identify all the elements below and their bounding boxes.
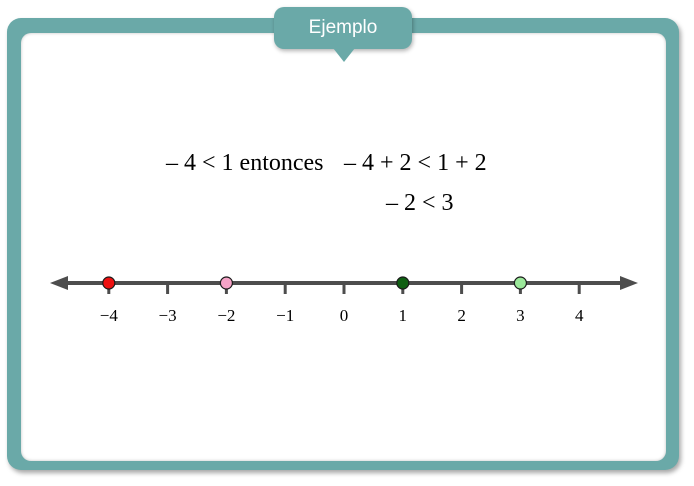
number-line-point (219, 276, 233, 290)
tick-label: 2 (457, 306, 466, 325)
left-arrow-icon (50, 276, 68, 290)
tick-label: 0 (340, 306, 349, 325)
number-line-point (102, 276, 116, 290)
tick-label: −2 (217, 306, 235, 325)
number-line-point (396, 276, 410, 290)
tick-label: −1 (276, 306, 294, 325)
tick-label: 1 (399, 306, 408, 325)
right-arrow-icon (620, 276, 638, 290)
tick-label: 4 (575, 306, 584, 325)
number-line-point (513, 276, 528, 290)
tick-label: −3 (159, 306, 177, 325)
tick-label: 3 (516, 306, 525, 325)
tick-label: −4 (100, 306, 119, 325)
number-line: −4 −3 −2 −1 0 1 2 3 4 (50, 276, 638, 325)
